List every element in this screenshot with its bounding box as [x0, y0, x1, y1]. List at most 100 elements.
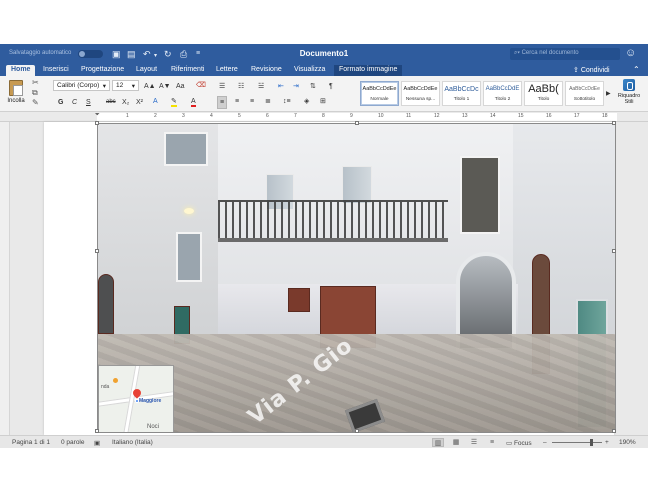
- print-icon[interactable]: ⎙: [180, 49, 187, 59]
- strikethrough-button[interactable]: abc: [104, 97, 118, 108]
- resize-handle[interactable]: [612, 121, 616, 125]
- paste-button[interactable]: Incolla: [6, 80, 26, 104]
- cut-icon[interactable]: ✂: [32, 78, 42, 88]
- zoom-in-button[interactable]: +: [605, 439, 609, 446]
- styles-pane-button[interactable]: Riquadro Stili: [615, 79, 643, 105]
- increase-indent-icon[interactable]: ⇥: [291, 81, 301, 92]
- align-center-icon[interactable]: ≡: [233, 96, 241, 107]
- sort-icon[interactable]: ⇅: [308, 81, 318, 92]
- window: [176, 232, 202, 282]
- text-effects-icon[interactable]: A: [151, 96, 160, 107]
- styles-more-icon[interactable]: ▶: [606, 90, 611, 97]
- tab-formato-immagine[interactable]: Formato immagine: [334, 65, 403, 76]
- undo-icon[interactable]: ↶: [143, 49, 151, 59]
- indent-marker-icon[interactable]: ⏷: [95, 112, 100, 119]
- multilevel-list-icon[interactable]: ☱: [256, 81, 266, 92]
- bullets-icon[interactable]: ☰: [217, 81, 227, 92]
- subscript-button[interactable]: X₂: [120, 97, 131, 108]
- style-normale[interactable]: AaBbCcDdEe Normale: [360, 81, 399, 106]
- style-nessuna-spaziatura[interactable]: AaBbCcDdEe Nessuna sp...: [401, 81, 440, 106]
- focus-button[interactable]: ▭ Focus: [506, 439, 532, 447]
- style-sample: AaBbCcDc: [444, 86, 479, 93]
- word-count[interactable]: 0 parole: [61, 439, 85, 446]
- highlight-button[interactable]: ✎: [169, 96, 179, 108]
- styles-gallery: AaBbCcDdEe Normale AaBbCcDdEe Nessuna sp…: [360, 79, 608, 108]
- resize-handle[interactable]: [355, 121, 359, 125]
- line-spacing-icon[interactable]: ↕≡: [281, 96, 293, 107]
- font-name-select[interactable]: Calibri (Corpo) ▾: [53, 80, 110, 91]
- proofing-icon[interactable]: ▣: [94, 439, 100, 447]
- redo-icon[interactable]: ↻: [164, 49, 172, 59]
- copy-icon[interactable]: ⧉: [32, 88, 42, 98]
- decrease-indent-icon[interactable]: ⇤: [276, 81, 286, 92]
- align-right-icon[interactable]: ≡: [248, 96, 256, 107]
- font-size-select[interactable]: 12 ▾: [112, 80, 139, 91]
- zoom-level[interactable]: 190%: [619, 439, 636, 446]
- print-layout-icon[interactable]: ▥: [432, 438, 444, 447]
- style-titolo-1[interactable]: AaBbCcDc Titolo 1: [442, 81, 481, 106]
- underline-button[interactable]: S: [84, 97, 93, 108]
- superscript-button[interactable]: X²: [134, 97, 145, 108]
- resize-handle[interactable]: [95, 429, 99, 433]
- shrink-font-button[interactable]: A▼: [157, 81, 173, 92]
- share-button[interactable]: ⇪ Condividi: [573, 66, 610, 74]
- mini-map[interactable]: nda Maggiore Noci: [98, 365, 174, 432]
- iron-balcony: [218, 200, 448, 242]
- resize-handle[interactable]: [95, 249, 99, 253]
- selected-image[interactable]: Via P. Gio nda Maggiore Noci: [95, 121, 616, 433]
- tab-riferimenti[interactable]: Riferimenti: [166, 65, 209, 76]
- autosave-toggle[interactable]: [78, 50, 103, 58]
- focus-icon: ▭: [506, 440, 514, 447]
- zoom-slider[interactable]: [552, 439, 602, 446]
- tab-lettere[interactable]: Lettere: [211, 65, 243, 76]
- borders-icon[interactable]: ⊞: [318, 96, 328, 107]
- highlighter-icon: ✎: [171, 98, 177, 105]
- zoom-out-button[interactable]: –: [543, 439, 547, 446]
- clear-formatting-icon[interactable]: ⌫: [194, 80, 208, 91]
- language-indicator[interactable]: Italiano (Italia): [112, 439, 153, 446]
- show-formatting-button[interactable]: ¶: [327, 81, 335, 92]
- style-sample: AaBbCcDdEe: [403, 86, 438, 92]
- save-icon[interactable]: ▤: [127, 49, 136, 59]
- style-sottotitolo[interactable]: AaBbCcDdEe Sottotitolo: [565, 81, 604, 106]
- tab-revisione[interactable]: Revisione: [246, 65, 287, 76]
- collapse-ribbon-icon[interactable]: ⌃: [633, 65, 640, 74]
- sidebar-icon[interactable]: ▣: [112, 49, 121, 59]
- align-left-icon[interactable]: ≡: [217, 96, 228, 109]
- tab-inserisci[interactable]: Inserisci: [38, 65, 74, 76]
- map-label: Noci: [147, 424, 160, 430]
- zoom-slider-knob[interactable]: [590, 439, 593, 446]
- top-margin: [0, 0, 648, 44]
- feedback-smiley-icon[interactable]: ☺: [625, 47, 636, 59]
- tab-layout[interactable]: Layout: [131, 65, 162, 76]
- italic-button[interactable]: C: [70, 97, 79, 108]
- bold-button[interactable]: G: [56, 97, 65, 108]
- search-box[interactable]: ⌕▾ Cerca nel documento: [510, 48, 620, 60]
- undo-dropdown-icon[interactable]: ▾: [154, 51, 157, 61]
- format-painter-icon[interactable]: ✎: [32, 98, 42, 108]
- tab-home[interactable]: Home: [6, 65, 36, 76]
- grow-font-button[interactable]: A▲: [142, 81, 158, 92]
- change-case-button[interactable]: Aa: [174, 81, 187, 92]
- resize-handle[interactable]: [355, 429, 359, 433]
- justify-icon[interactable]: ≣: [263, 96, 273, 107]
- style-titolo-2[interactable]: AaBbCcDdE Titolo 2: [483, 81, 522, 106]
- style-titolo[interactable]: AaBb( Titolo: [524, 81, 563, 106]
- tab-visualizza[interactable]: Visualizza: [289, 65, 330, 76]
- shading-icon[interactable]: ◈: [302, 96, 311, 107]
- resize-handle[interactable]: [612, 429, 616, 433]
- draft-view-icon[interactable]: ≡: [486, 438, 498, 447]
- tab-progettazione[interactable]: Progettazione: [76, 65, 129, 76]
- web-layout-icon[interactable]: ▦: [450, 438, 462, 447]
- customize-toolbar-icon[interactable]: ≡: [196, 49, 200, 59]
- resize-handle[interactable]: [612, 249, 616, 253]
- style-name: Titolo: [537, 97, 550, 102]
- outline-view-icon[interactable]: ☰: [468, 438, 480, 447]
- ruler-number: 12: [434, 113, 440, 119]
- resize-handle[interactable]: [95, 121, 99, 125]
- page-count[interactable]: Pagina 1 di 1: [12, 439, 50, 446]
- font-color-button[interactable]: A: [189, 96, 198, 108]
- style-name: Sottotitolo: [573, 97, 596, 102]
- vertical-ruler[interactable]: [0, 122, 10, 435]
- numbering-icon[interactable]: ☷: [236, 81, 246, 92]
